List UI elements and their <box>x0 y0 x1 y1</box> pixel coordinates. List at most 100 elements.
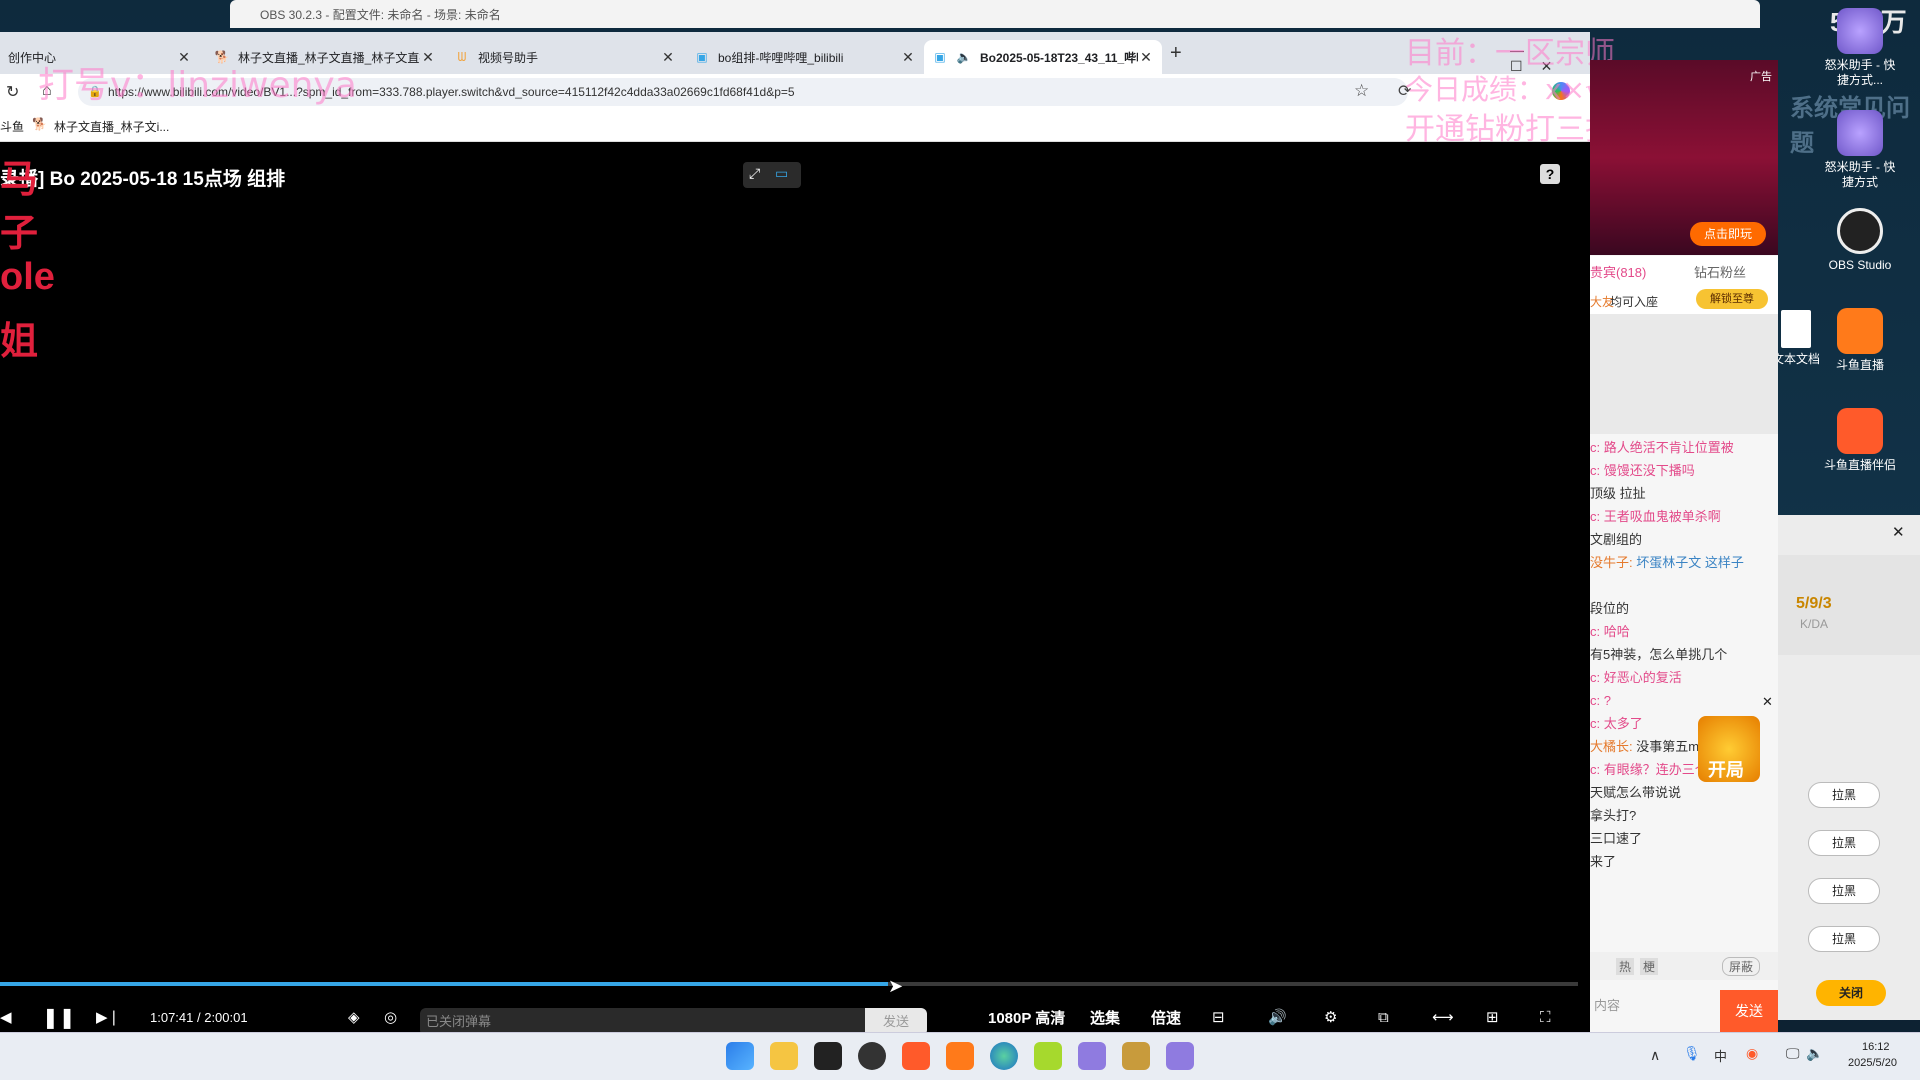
speed-button[interactable]: 倍速 <box>1151 1002 1181 1032</box>
numi-taskbar-icon-2[interactable] <box>1166 1042 1194 1070</box>
gift-popup[interactable]: 开局 <box>1698 716 1760 782</box>
settings-icon[interactable]: ⚙ <box>1324 1002 1337 1032</box>
block-button-2[interactable]: 拉黑 <box>1808 830 1880 856</box>
app-g-icon[interactable] <box>814 1042 842 1070</box>
channels-icon: ᗯ <box>457 49 467 64</box>
tab-guests[interactable]: 贵宾(818) <box>1590 262 1646 281</box>
next-icon[interactable]: ▶❘ <box>96 1002 120 1032</box>
reload-icon[interactable]: ↻ <box>6 82 19 102</box>
desktop-icon-numi-helper-2[interactable]: 怒米助手 - 快捷方式 <box>1820 110 1900 190</box>
kda-card: 5/9/3 K/DA <box>1778 555 1920 655</box>
chat-username[interactable]: c: <box>1590 440 1600 455</box>
desktop-icon-douyu[interactable]: 斗鱼直播 <box>1820 308 1900 373</box>
star-icon[interactable]: ☆ <box>1354 81 1369 101</box>
tab-bo-recording[interactable]: ▣ 🔈 Bo2025-05-18T23_43_11_哔哩 ✕ <box>924 40 1162 74</box>
chat-message: c: 路人绝活不肯让位置被 <box>1590 438 1778 458</box>
volume-icon[interactable]: 🔊 <box>1268 1002 1287 1032</box>
block-button-1[interactable]: 拉黑 <box>1808 782 1880 808</box>
chat-text: 太多了 <box>1603 716 1643 731</box>
file-explorer-icon[interactable] <box>770 1042 798 1070</box>
douyu-taskbar-icon[interactable] <box>946 1042 974 1070</box>
tray-app-icon[interactable]: ◉ <box>1746 1045 1758 1062</box>
chat-username[interactable]: c: <box>1590 670 1600 685</box>
new-tab-button[interactable]: + <box>1170 42 1182 65</box>
bookmark-douyu[interactable]: 斗鱼 <box>0 118 24 135</box>
danmaku-toggle-icon[interactable]: ◈ <box>348 1002 360 1032</box>
chat-username[interactable]: 没牛子: <box>1590 555 1633 570</box>
quality-button[interactable]: 1080P 高清 <box>988 1002 1065 1032</box>
quick-tag-hot[interactable]: 热 <box>1616 958 1635 975</box>
chat-username[interactable]: c: <box>1590 762 1600 777</box>
ad-play-button[interactable]: 点击即玩 <box>1690 222 1766 246</box>
close-icon[interactable]: ✕ <box>1138 49 1154 66</box>
pip-icon[interactable]: ▭ <box>775 165 788 182</box>
fullscreen-icon[interactable]: ⛶ <box>1540 1002 1551 1032</box>
douyu-companion-taskbar-icon[interactable] <box>902 1042 930 1070</box>
block-button-4[interactable]: 拉黑 <box>1808 926 1880 952</box>
pause-icon[interactable]: ❚❚ <box>42 1002 76 1032</box>
unlock-button[interactable]: 解锁至尊 <box>1696 289 1768 309</box>
side-red-text-1: 子 <box>0 213 39 255</box>
chat-text: 有5神装，怎么单挑几个 <box>1590 647 1728 662</box>
miniplayer-icon[interactable]: ⧉ <box>1378 1002 1389 1032</box>
tab-diamond-fans[interactable]: 钻石粉丝 <box>1694 262 1746 281</box>
chat-toolbar: 热 梗 屏蔽 <box>1590 952 1778 980</box>
close-icon[interactable]: ✕ <box>660 49 676 66</box>
clock-date[interactable]: 2025/5/20 <box>1848 1057 1897 1069</box>
video-player[interactable]: 录播] Bo 2025-05-18 15点场 组排 ⤢ ▭ ? ➤ ◀ ❚❚ ▶… <box>0 142 1590 1036</box>
clock-time[interactable]: 16:12 <box>1862 1041 1890 1053</box>
chat-input[interactable]: 内容 <box>1590 986 1718 1026</box>
chat-username[interactable]: c: <box>1590 693 1600 708</box>
tray-chevron-icon[interactable]: ∧ <box>1650 1047 1660 1064</box>
chat-text: 好恶心的复活 <box>1603 670 1682 685</box>
screenshot-icon[interactable]: ⤢ <box>749 165 760 182</box>
close-icon[interactable]: ✕ <box>1762 694 1773 710</box>
desktop-icon-douyu-companion[interactable]: 斗鱼直播伴侣 <box>1820 408 1900 473</box>
chat-send-button[interactable]: 发送 <box>1720 990 1778 1032</box>
subtitle-icon[interactable]: ⊟ <box>1212 1002 1225 1032</box>
obs-taskbar-icon[interactable] <box>858 1042 886 1070</box>
quick-tag-meme[interactable]: 梗 <box>1640 958 1659 975</box>
bookmark-linziwen[interactable]: 林子文直播_林子文i... <box>54 118 169 135</box>
network-icon[interactable]: 🖵 <box>1786 1045 1800 1062</box>
desktop-icon-numi-helper-1[interactable]: 怒米助手 - 快捷方式... <box>1820 8 1900 88</box>
windows-start-icon[interactable] <box>726 1042 754 1070</box>
chat-username[interactable]: c: <box>1590 509 1600 524</box>
tab-channels-helper[interactable]: ᗯ 视频号助手 ✕ <box>446 40 684 74</box>
watermark-text: 打号v：linziwenya <box>38 65 357 106</box>
close-icon[interactable]: ✕ <box>420 49 436 66</box>
desktop-icon-obs[interactable]: OBS Studio <box>1820 208 1900 273</box>
webfullscreen-icon[interactable]: ⊞ <box>1486 1002 1499 1032</box>
microphone-icon[interactable]: 🎙 <box>1683 1045 1701 1062</box>
popup-close-button[interactable]: 关闭 <box>1816 980 1886 1006</box>
block-toggle[interactable]: 屏蔽 <box>1722 957 1761 976</box>
picture-mode-toggle[interactable]: ⤢ ▭ <box>743 162 801 188</box>
chat-message: 段位的 <box>1590 599 1778 619</box>
chat-ad-banner[interactable]: 广告 点击即玩 <box>1590 60 1778 255</box>
chat-username[interactable]: c: <box>1590 716 1600 731</box>
app-green-icon[interactable] <box>1034 1042 1062 1070</box>
chat-username[interactable]: c: <box>1590 624 1600 639</box>
speaker-icon[interactable]: 🔈 <box>956 49 972 65</box>
chat-username[interactable]: 大橘长: <box>1590 739 1633 754</box>
chat-text: 来了 <box>1590 854 1617 869</box>
obs-window-titlebar[interactable]: OBS 30.2.3 - 配置文件: 未命名 - 场景: 未命名 <box>230 0 1760 28</box>
speaker-tray-icon[interactable]: 🔈 <box>1806 1045 1823 1062</box>
widescreen-icon[interactable]: ⟷ <box>1432 1002 1454 1032</box>
numi-taskbar-icon-1[interactable] <box>1078 1042 1106 1070</box>
chat-username[interactable]: c: <box>1590 463 1600 478</box>
lol-icon[interactable] <box>1122 1042 1150 1070</box>
close-icon[interactable]: ✕ <box>1892 523 1905 541</box>
help-icon[interactable]: ? <box>1540 164 1560 184</box>
prev-icon[interactable]: ◀ <box>0 1002 12 1032</box>
episodes-button[interactable]: 选集 <box>1090 1002 1120 1032</box>
danmaku-settings-icon[interactable]: ◎ <box>384 1002 397 1032</box>
close-icon[interactable]: ✕ <box>900 49 916 66</box>
edge-icon[interactable] <box>990 1042 1018 1070</box>
tab-bo-bilibili[interactable]: ▣ bo组排-哔哩哔哩_bilibili ✕ <box>686 40 924 74</box>
block-button-3[interactable]: 拉黑 <box>1808 878 1880 904</box>
ime-indicator[interactable]: 中 <box>1714 1046 1727 1065</box>
bilibili-icon: ▣ <box>696 50 708 64</box>
progress-bar[interactable] <box>0 982 1578 986</box>
chat-text: 顶级 拉扯 <box>1590 486 1646 501</box>
